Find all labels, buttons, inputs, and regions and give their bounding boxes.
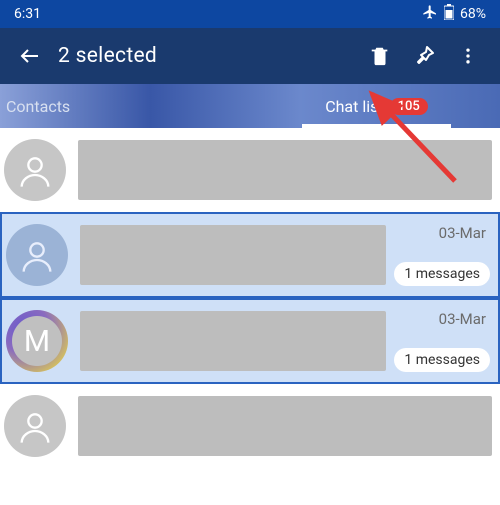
chat-date: 03-Mar — [439, 224, 490, 242]
chat-message-count: 1 messages — [394, 262, 490, 286]
avatar — [4, 139, 66, 201]
chat-meta: 03-Mar 1 messages — [394, 310, 490, 372]
battery-icon — [444, 4, 454, 24]
chat-meta: 03-Mar 1 messages — [394, 224, 490, 286]
tab-contacts[interactable]: Contacts — [0, 84, 253, 128]
avatar: M — [6, 310, 68, 372]
tab-bar: Contacts Chat list 105 — [0, 84, 500, 128]
chat-row[interactable]: M 03-Mar 1 messages — [0, 298, 500, 384]
chat-preview-redacted — [78, 396, 492, 456]
tab-chatlist-label: Chat list — [325, 97, 383, 116]
battery-percent: 68% — [460, 6, 486, 22]
unread-badge: 105 — [390, 98, 428, 115]
selection-app-bar: 2 selected — [0, 28, 500, 84]
chat-row[interactable] — [0, 128, 500, 212]
chat-preview-redacted — [80, 225, 386, 285]
avatar-initial: M — [24, 324, 50, 359]
chat-preview-redacted — [78, 140, 492, 200]
airplane-mode-icon — [422, 4, 438, 24]
chat-row[interactable] — [0, 384, 500, 468]
selection-count-title: 2 selected — [58, 44, 358, 68]
chat-preview-redacted — [80, 311, 386, 371]
chat-row[interactable]: 03-Mar 1 messages — [0, 212, 500, 298]
pin-button[interactable] — [402, 34, 446, 78]
chat-list: 03-Mar 1 messages M 03-Mar 1 messages — [0, 128, 500, 468]
avatar — [6, 224, 68, 286]
chat-message-count: 1 messages — [394, 348, 490, 372]
delete-button[interactable] — [358, 34, 402, 78]
avatar — [4, 395, 66, 457]
status-bar: 6:31 68% — [0, 0, 500, 28]
overflow-menu-button[interactable] — [446, 34, 490, 78]
status-right: 68% — [422, 4, 486, 24]
back-button[interactable] — [10, 36, 50, 76]
tab-chat-list[interactable]: Chat list 105 — [253, 84, 500, 128]
status-time: 6:31 — [14, 6, 41, 22]
tab-contacts-label: Contacts — [6, 97, 70, 116]
chat-date: 03-Mar — [439, 310, 490, 328]
